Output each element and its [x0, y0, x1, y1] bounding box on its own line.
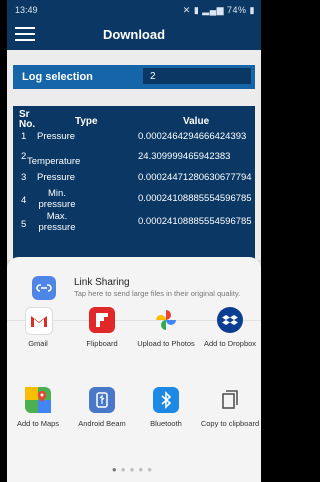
row-3-type: Pressure [37, 172, 76, 183]
row-2-value: 24.309999465942383 [138, 151, 231, 162]
android-beam-icon [89, 387, 115, 413]
link-sharing-title: Link Sharing [74, 277, 130, 288]
share-app-label: Bluetooth [150, 419, 182, 428]
link-sharing-description: Tap here to send large files in their or… [74, 289, 241, 298]
share-app-flipboard[interactable]: Flipboard [71, 307, 133, 367]
data-table: Sr No. Type Value 1 Pressure 0.000246429… [13, 106, 255, 261]
link-sharing-option[interactable]: Link Sharing Tap here to send large file… [19, 268, 259, 310]
row-1-sr: 1 [21, 131, 27, 142]
row-5-sr: 5 [21, 219, 27, 230]
flipboard-icon [89, 307, 115, 333]
row-2-sr: 2 [21, 151, 27, 162]
share-app-bluetooth[interactable]: Bluetooth [135, 387, 197, 447]
row-3-value: 0.00024471280630677794 [138, 172, 252, 183]
row-1-value: 0.0002464294666424393 [138, 131, 247, 142]
page-dot: ● [120, 465, 130, 474]
row-4-value: 0.00024108885554596785 [138, 193, 252, 204]
status-icons: ✕ ▮ ▂▄▆ 74% ▮ [183, 5, 255, 16]
share-app-photos[interactable]: Upload to Photos [135, 307, 197, 367]
row-1-type: Pressure [37, 131, 76, 142]
header-value: Value [183, 116, 210, 127]
row-4-type: Min. pressure [38, 188, 76, 210]
share-app-gmail[interactable]: Gmail [7, 307, 69, 367]
status-time: 13:49 [15, 5, 38, 15]
log-selection-input[interactable]: 2 [143, 68, 251, 84]
signal-icon: ✕ ▮ ▂▄▆ [182, 5, 224, 15]
page-title: Download [102, 27, 166, 42]
row-2-type: Temperature [27, 156, 81, 167]
main-content: Log selection 2 Sr No. Type Value 1 Pres… [7, 50, 261, 261]
share-app-android-beam[interactable]: Android Beam [71, 387, 133, 447]
status-bar: 13:49 ✕ ▮ ▂▄▆ 74% ▮ [7, 0, 261, 20]
page-indicator: ●●●●● [7, 465, 261, 474]
share-app-maps[interactable]: Add to Maps [7, 387, 69, 447]
row-5-value: 0.00024108885554596785 [138, 216, 252, 227]
log-selection-label: Log selection [22, 71, 93, 83]
row-5-type: Max. pressure [38, 211, 76, 233]
battery-icon: ▮ [249, 5, 255, 15]
photos-icon [153, 307, 179, 333]
share-app-label: Android Beam [78, 419, 126, 428]
page-dot-active: ● [111, 465, 121, 474]
page-dot: ● [138, 465, 148, 474]
app-bar: Download [7, 20, 261, 50]
row-3-sr: 3 [21, 172, 27, 183]
share-app-label: Add to Maps [16, 419, 60, 428]
gmail-icon [25, 307, 53, 335]
share-app-label: Flipboard [86, 339, 118, 348]
link-sharing-icon [32, 276, 56, 300]
maps-icon [25, 387, 51, 413]
phone-screen: 13:49 ✕ ▮ ▂▄▆ 74% ▮ Download Log selecti… [7, 0, 261, 482]
clipboard-icon [217, 387, 243, 413]
battery-level: 74% [227, 5, 247, 15]
dropbox-icon [217, 307, 243, 333]
page-dot: ● [147, 465, 157, 474]
share-sheet: Link Sharing Tap here to send large file… [7, 257, 261, 482]
header-type: Type [75, 116, 98, 127]
share-app-label: Add to Dropbox [203, 339, 257, 348]
row-4-sr: 4 [21, 195, 27, 206]
share-app-clipboard[interactable]: Copy to clipboard [199, 387, 261, 447]
share-app-dropbox[interactable]: Add to Dropbox [199, 307, 261, 367]
header-sr-no: Sr No. [19, 109, 36, 130]
share-app-label: Gmail [28, 339, 48, 348]
share-app-label: Copy to clipboard [200, 419, 260, 428]
bluetooth-icon [153, 387, 179, 413]
share-app-label: Upload to Photos [137, 339, 195, 348]
log-selection-row: Log selection 2 [13, 65, 255, 89]
